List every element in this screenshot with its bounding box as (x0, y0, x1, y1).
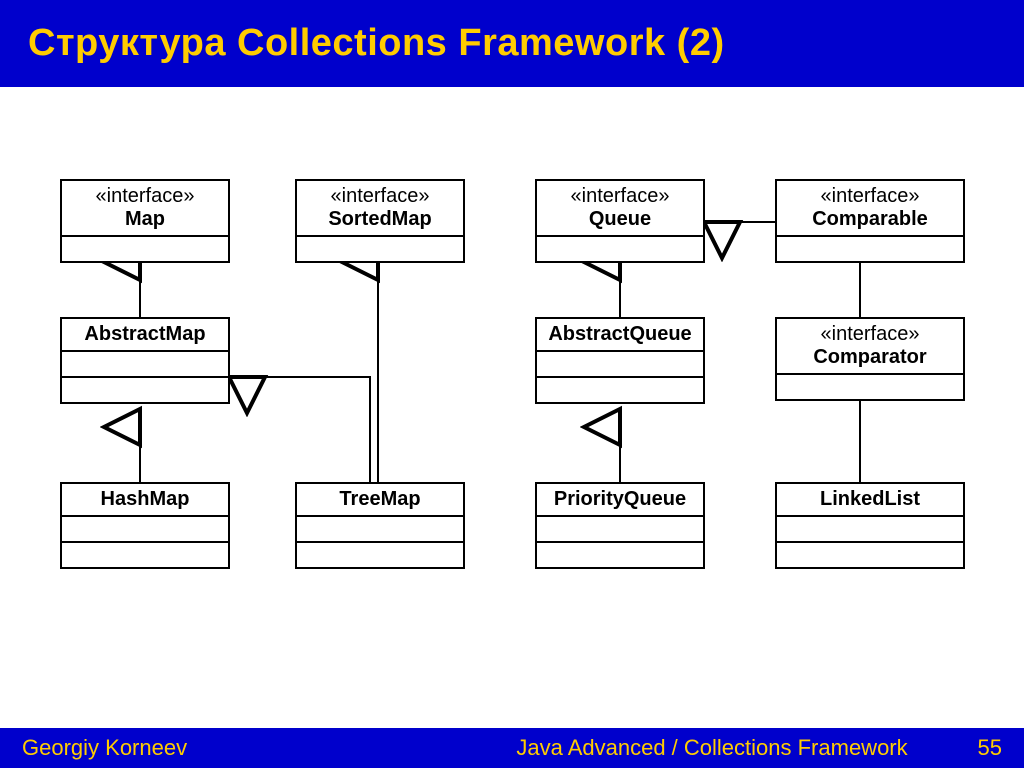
uml-abstractmap: AbstractMap (60, 317, 230, 404)
uml-abstractqueue: AbstractQueue (535, 317, 705, 404)
uml-map: «interface» Map (60, 179, 230, 263)
class-name: Comparator (813, 346, 926, 368)
class-name: PriorityQueue (554, 488, 686, 510)
uml-hashmap: HashMap (60, 482, 230, 569)
diagram-canvas: «interface» Map «interface» SortedMap «i… (0, 87, 1024, 727)
footer-author: Georgiy Korneev (22, 735, 482, 761)
stereotype: «interface» (779, 185, 961, 208)
class-name: HashMap (101, 488, 190, 510)
stereotype: «interface» (539, 185, 701, 208)
uml-queue: «interface» Queue (535, 179, 705, 263)
uml-priorityqueue: PriorityQueue (535, 482, 705, 569)
slide-footer: Georgiy Korneev Java Advanced / Collecti… (0, 728, 1024, 768)
footer-center: Java Advanced / Collections Framework (482, 735, 942, 761)
class-name: Queue (589, 208, 651, 230)
stereotype: «interface» (299, 185, 461, 208)
class-name: Comparable (812, 208, 928, 230)
class-name: SortedMap (328, 208, 431, 230)
stereotype: «interface» (64, 185, 226, 208)
class-name: AbstractMap (84, 323, 205, 345)
class-name: LinkedList (820, 488, 920, 510)
uml-comparable: «interface» Comparable (775, 179, 965, 263)
class-name: AbstractQueue (548, 323, 691, 345)
uml-comparator: «interface» Comparator (775, 317, 965, 401)
uml-linkedlist: LinkedList (775, 482, 965, 569)
uml-sortedmap: «interface» SortedMap (295, 179, 465, 263)
uml-treemap: TreeMap (295, 482, 465, 569)
class-name: Map (125, 208, 165, 230)
slide-title: Структура Collections Framework (2) (0, 0, 1024, 87)
footer-page: 55 (942, 735, 1002, 761)
class-name: TreeMap (339, 488, 420, 510)
stereotype: «interface» (779, 323, 961, 346)
